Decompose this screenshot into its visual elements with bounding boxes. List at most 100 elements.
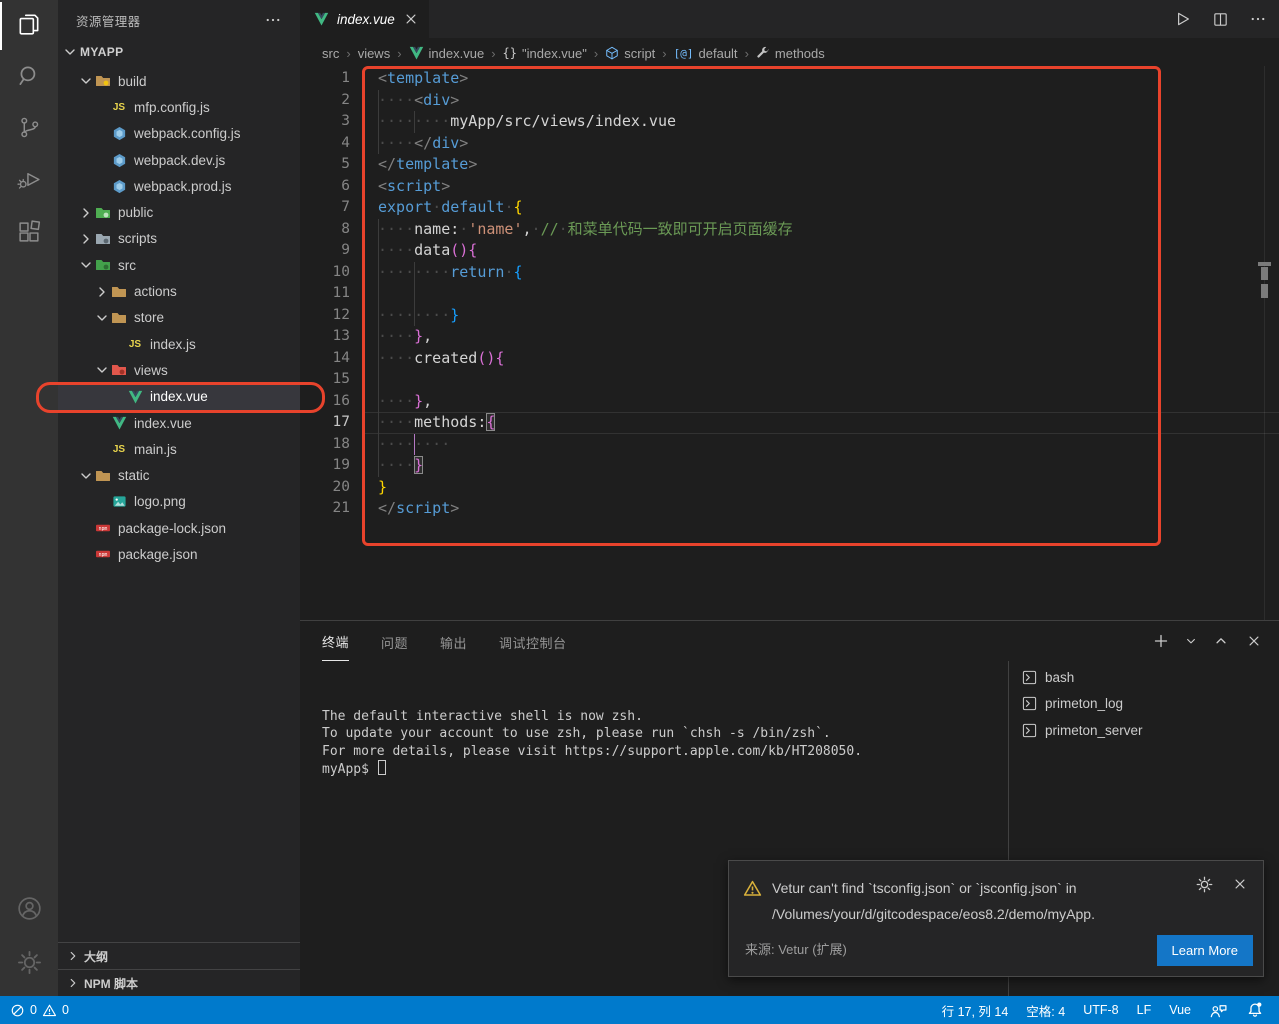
run-file-button[interactable] — [1171, 8, 1193, 30]
tree-item-views[interactable]: views — [58, 357, 300, 383]
status-item-Vue[interactable]: Vue — [1160, 996, 1200, 1024]
breadcrumb-item-index.vue[interactable]: index.vue — [409, 46, 485, 61]
line-number[interactable]: 6 — [300, 176, 350, 198]
status-item-空格4[interactable]: 空格: 4 — [1017, 996, 1074, 1024]
line-number[interactable]: 2 — [300, 90, 350, 112]
code-line-18[interactable]: 18········ — [300, 434, 1279, 456]
line-number[interactable]: 11 — [300, 283, 350, 305]
breadcrumb-item-index.vue[interactable]: {}"index.vue" — [503, 46, 587, 61]
tree-item-store[interactable]: store — [58, 305, 300, 331]
code-line-5[interactable]: 5</template> — [300, 154, 1279, 176]
status-item-feedback[interactable] — [1200, 996, 1237, 1024]
tree-item-static[interactable]: static — [58, 462, 300, 488]
maximize-panel-button[interactable] — [1212, 632, 1230, 650]
code-line-2[interactable]: 2····<div> — [300, 90, 1279, 112]
tree-item-src[interactable]: src — [58, 252, 300, 278]
tree-item-package-lock.json[interactable]: npmpackage-lock.json — [58, 515, 300, 541]
tree-item-main.js[interactable]: JSmain.js — [58, 436, 300, 462]
tree-item-webpack.dev.js[interactable]: webpack.dev.js — [58, 147, 300, 173]
explorer-more-actions-button[interactable] — [262, 9, 284, 31]
code-line-17[interactable]: 17····methods:{ — [300, 412, 1279, 434]
breadcrumb-item-methods[interactable]: methods — [756, 46, 825, 61]
explorer-button[interactable] — [0, 0, 58, 52]
tab-index-vue[interactable]: index.vue — [300, 0, 429, 38]
line-number[interactable]: 19 — [300, 455, 350, 477]
tree-item-public[interactable]: public — [58, 199, 300, 225]
line-number[interactable]: 9 — [300, 240, 350, 262]
code-line-9[interactable]: 9····data(){ — [300, 240, 1279, 262]
tree-item-actions[interactable]: actions — [58, 278, 300, 304]
npm-scripts-section[interactable]: NPM 脚本 — [58, 969, 300, 996]
breadcrumb-item-default[interactable]: [@]default — [674, 46, 738, 61]
tree-item-scripts[interactable]: scripts — [58, 226, 300, 252]
line-number[interactable]: 7 — [300, 197, 350, 219]
source-control-button[interactable] — [0, 104, 58, 156]
tree-item-index.vue[interactable]: index.vue — [58, 384, 300, 410]
code-line-19[interactable]: 19····} — [300, 455, 1279, 477]
run-debug-button[interactable] — [0, 156, 58, 208]
line-number[interactable]: 13 — [300, 326, 350, 348]
code-line-3[interactable]: 3········myApp/src/views/index.vue — [300, 111, 1279, 133]
breadcrumb-item-views[interactable]: views — [358, 46, 391, 61]
status-item-LF[interactable]: LF — [1128, 996, 1161, 1024]
tree-item-index.js[interactable]: JSindex.js — [58, 331, 300, 357]
tree-item-package.json[interactable]: npmpackage.json — [58, 541, 300, 567]
search-button[interactable] — [0, 52, 58, 104]
line-number[interactable]: 12 — [300, 305, 350, 327]
code-line-14[interactable]: 14····created(){ — [300, 348, 1279, 370]
line-number[interactable]: 21 — [300, 498, 350, 520]
panel-tab-问题[interactable]: 问题 — [381, 622, 408, 661]
line-number[interactable]: 10 — [300, 262, 350, 284]
tree-item-webpack.prod.js[interactable]: webpack.prod.js — [58, 173, 300, 199]
problems-status[interactable]: 00 — [0, 1003, 69, 1018]
code-line-10[interactable]: 10········return·{ — [300, 262, 1279, 284]
new-terminal-button[interactable] — [1152, 632, 1170, 650]
tree-item-index.vue[interactable]: index.vue — [58, 410, 300, 436]
code-line-12[interactable]: 12········} — [300, 305, 1279, 327]
code-line-6[interactable]: 6<script> — [300, 176, 1279, 198]
breadcrumb-item-script[interactable]: script — [605, 46, 655, 61]
status-item-行17列14[interactable]: 行 17, 列 14 — [933, 996, 1018, 1024]
close-panel-button[interactable] — [1245, 632, 1263, 650]
panel-tab-输出[interactable]: 输出 — [440, 622, 467, 661]
line-number[interactable]: 15 — [300, 369, 350, 391]
code-line-8[interactable]: 8····name:·'name',·//·和菜单代码一致即可开启页面缓存 — [300, 219, 1279, 241]
notification-close-icon[interactable] — [1231, 875, 1249, 893]
notification-settings-icon[interactable] — [1195, 875, 1213, 893]
line-number[interactable]: 14 — [300, 348, 350, 370]
settings-button[interactable] — [0, 938, 58, 992]
line-number[interactable]: 4 — [300, 133, 350, 155]
code-line-13[interactable]: 13····}, — [300, 326, 1279, 348]
code-line-16[interactable]: 16····}, — [300, 391, 1279, 413]
project-section-header[interactable]: MYAPP — [58, 40, 300, 64]
split-editor-button[interactable] — [1209, 8, 1231, 30]
line-number[interactable]: 17 — [300, 412, 350, 434]
tree-item-mfp.config.js[interactable]: JSmfp.config.js — [58, 94, 300, 120]
more-actions-icon[interactable] — [1247, 8, 1269, 30]
code-line-4[interactable]: 4····</div> — [300, 133, 1279, 155]
breadcrumb-item-src[interactable]: src — [322, 46, 339, 61]
code-line-21[interactable]: 21</script> — [300, 498, 1279, 520]
account-button[interactable] — [0, 884, 58, 938]
line-number[interactable]: 8 — [300, 219, 350, 241]
line-number[interactable]: 16 — [300, 391, 350, 413]
line-number[interactable]: 18 — [300, 434, 350, 456]
tree-item-webpack.config.js[interactable]: webpack.config.js — [58, 121, 300, 147]
code-line-15[interactable]: 15 — [300, 369, 1279, 391]
panel-tab-调试控制台[interactable]: 调试控制台 — [499, 622, 567, 661]
code-line-7[interactable]: 7export·default·{ — [300, 197, 1279, 219]
learn-more-button[interactable]: Learn More — [1157, 935, 1253, 966]
line-number[interactable]: 3 — [300, 111, 350, 133]
terminal-list-item-primeton_server[interactable]: primeton_server — [1009, 717, 1279, 744]
panel-tab-终端[interactable]: 终端 — [322, 621, 349, 661]
code-line-11[interactable]: 11 — [300, 283, 1279, 305]
line-number[interactable]: 20 — [300, 477, 350, 499]
outline-section[interactable]: 大纲 — [58, 942, 300, 969]
terminal-list-item-primeton_log[interactable]: primeton_log — [1009, 691, 1279, 718]
tree-item-logo.png[interactable]: logo.png — [58, 489, 300, 515]
terminal-list-item-bash[interactable]: bash — [1009, 664, 1279, 691]
extensions-button[interactable] — [0, 208, 58, 260]
terminal-dropdown-button[interactable] — [1185, 632, 1197, 650]
code-editor[interactable]: 1<template>2····<div>3········myApp/src/… — [300, 68, 1279, 620]
line-number[interactable]: 1 — [300, 68, 350, 90]
